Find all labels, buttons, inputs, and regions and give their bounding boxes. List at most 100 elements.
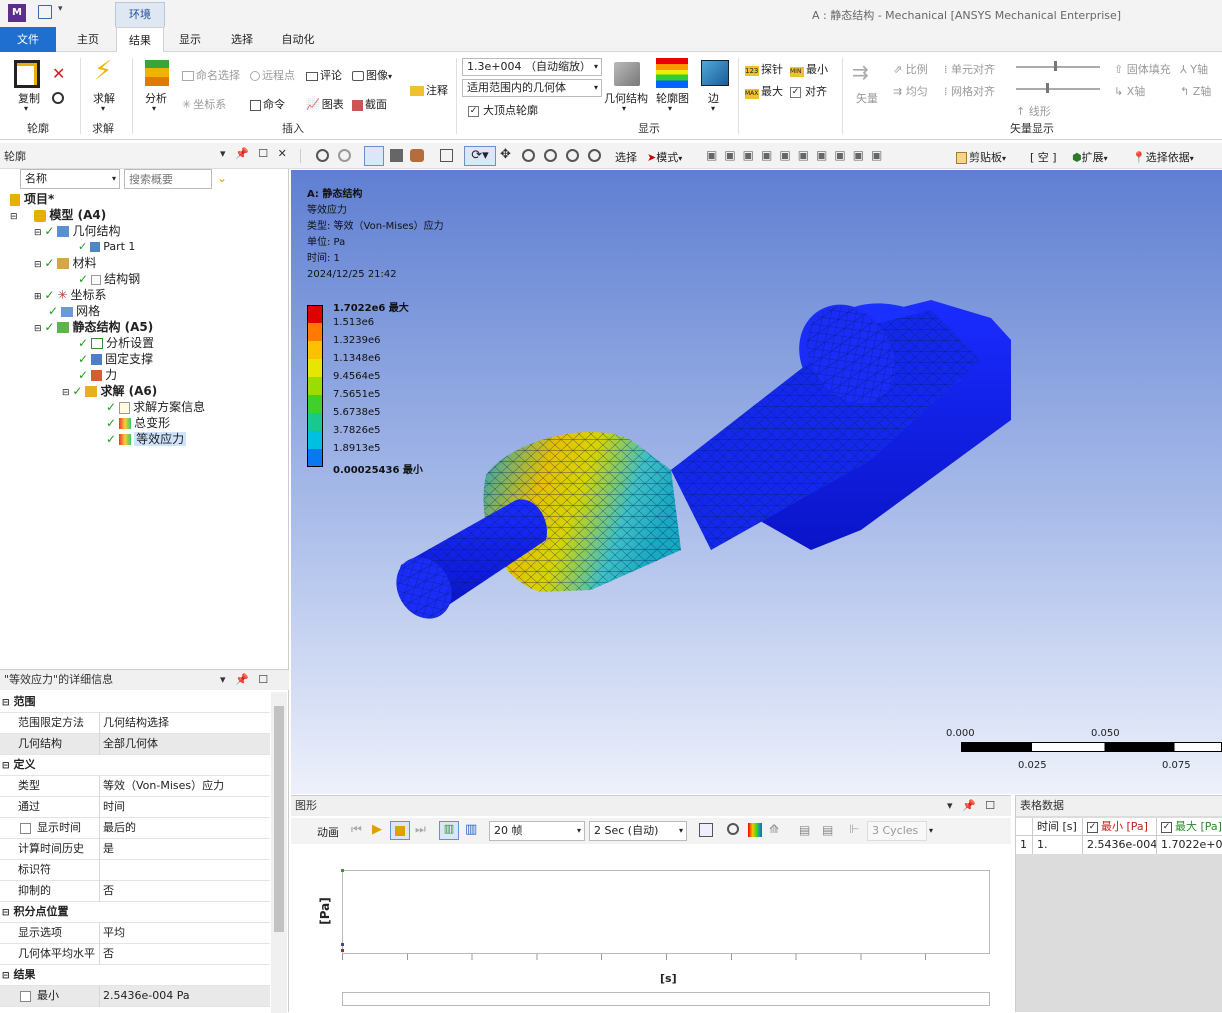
tab-results[interactable]: 结果	[116, 27, 164, 53]
pan-icon[interactable]: ✥	[500, 147, 511, 162]
solve-lightning-icon[interactable]: ⚡	[94, 56, 112, 86]
search-icon[interactable]	[52, 92, 64, 104]
zoom-in-icon[interactable]	[316, 149, 329, 162]
analysis-dropdown-icon[interactable]: ▾	[152, 104, 156, 113]
context-tab-environment[interactable]: 环境	[115, 2, 165, 27]
table-col-max[interactable]: ✓ 最大 [Pa]	[1156, 818, 1222, 836]
comment-button[interactable]: 评论	[306, 67, 342, 83]
tree-fixed-support[interactable]: ✓ 固定支撑	[78, 351, 153, 367]
result-sets-icon[interactable]: ▥	[465, 822, 477, 837]
select-label[interactable]: 选择	[615, 149, 637, 165]
tree-structural-steel[interactable]: ✓ 结构钢	[78, 271, 140, 287]
minimum-checkbox[interactable]	[20, 990, 31, 1002]
analysis-icon[interactable]	[145, 60, 169, 86]
save-icon[interactable]	[38, 5, 52, 19]
stop-icon[interactable]	[390, 821, 410, 840]
table-col-min[interactable]: ✓ 最小 [Pa]	[1082, 818, 1156, 836]
solve-dropdown-icon[interactable]: ▾	[101, 104, 105, 113]
zoom-out-icon[interactable]	[338, 149, 351, 162]
section-integration-point[interactable]: ⊟ 积分点位置	[0, 902, 270, 923]
remote-point-button[interactable]: 远程点	[250, 67, 295, 83]
grid-view-icon[interactable]	[440, 149, 453, 162]
align-checkbox[interactable]: ✓ 对齐	[790, 83, 827, 99]
fit-icon[interactable]: ⟰	[769, 822, 779, 836]
details-scrollbar[interactable]	[271, 692, 287, 1013]
image-button[interactable]: 图像▾	[352, 67, 392, 83]
geometry-dropdown-icon[interactable]: ▾	[622, 104, 626, 113]
zoom-icon[interactable]	[522, 149, 535, 162]
solid-fill-button[interactable]: ⇧ 固体填充	[1114, 61, 1171, 77]
shaft-model[interactable]	[291, 170, 1222, 794]
row-by[interactable]: 通过 时间	[0, 797, 270, 818]
chart-view-icon[interactable]: ▤	[822, 823, 833, 837]
contour-dropdown-icon[interactable]: ▾	[668, 104, 672, 113]
max-button[interactable]: MAX 最大	[745, 83, 783, 99]
clipboard-button[interactable]: 剪贴板▾	[956, 149, 1006, 165]
frames-select[interactable]: 20 帧 ▾	[489, 821, 585, 841]
copy-icon[interactable]	[14, 60, 40, 88]
mesh-aligned-button[interactable]: ⁞ 网格对齐	[944, 83, 995, 99]
proportional-button[interactable]: ⇗ 比例	[893, 61, 928, 77]
display-time-checkbox[interactable]	[20, 822, 31, 834]
tree-geometry[interactable]: ⊟ ✓ 几何结构	[34, 223, 120, 239]
table-col-time[interactable]: 时间 [s]	[1032, 818, 1080, 836]
row-minimum[interactable]: 最小 2.5436e-004 Pa	[0, 986, 270, 1007]
edges-dropdown-icon[interactable]: ▾	[711, 104, 715, 113]
vector-button[interactable]: 矢量	[856, 90, 878, 106]
row-calculate-time-history[interactable]: 计算时间历史是	[0, 839, 270, 860]
annotation-button[interactable]: 注释	[410, 82, 448, 98]
tree-total-deformation[interactable]: ✓ 总变形	[106, 415, 170, 431]
scrollbar-thumb[interactable]	[274, 706, 284, 932]
row-display-time[interactable]: 显示时间 最后的	[0, 818, 270, 839]
app-icon[interactable]: M	[8, 4, 26, 22]
tree-equivalent-stress[interactable]: ✓ 等效应力	[106, 431, 187, 447]
contour-button[interactable]: 轮廓图	[656, 90, 689, 106]
tree-model[interactable]: ⊟ 模型 (A4)	[10, 207, 106, 223]
named-selection-button[interactable]: 命名选择	[182, 67, 240, 83]
row-display-option[interactable]: 显示选项 平均	[0, 923, 270, 944]
iso-view-icon[interactable]	[364, 146, 384, 166]
zoom-box-icon[interactable]	[544, 149, 557, 162]
tree-project[interactable]: 项目*	[10, 191, 54, 207]
tree-static-structural[interactable]: ⊟ ✓ 静态结构 (A5)	[34, 319, 153, 335]
panel-pin-icons[interactable]: ▾ 📌 ☐ ✕	[220, 147, 290, 160]
mode-button[interactable]: ➤模式▾	[647, 149, 682, 165]
tree-solution[interactable]: ⊟ ✓ 求解 (A6)	[62, 383, 157, 399]
copy-dropdown-icon[interactable]: ▾	[24, 104, 28, 113]
vector-density-slider[interactable]	[1016, 83, 1100, 93]
outline-name-filter[interactable]: 名称 ▾	[20, 169, 120, 189]
slider-thumb[interactable]	[1054, 61, 1057, 71]
section-button[interactable]: 截面	[352, 96, 387, 112]
graphics-viewport[interactable]: A: 静态结构 等效应力 类型: 等效（Von-Mises）应力 单位: Pa …	[291, 170, 1222, 794]
slider-thumb[interactable]	[1046, 83, 1049, 93]
max-checkbox-icon[interactable]: ✓	[1161, 821, 1172, 833]
section-definition[interactable]: ⊟ 定义	[0, 755, 270, 776]
scale-select[interactable]: 1.3e+004 （自动缩放） ▾	[462, 58, 602, 76]
row-geometry[interactable]: 几何结构 全部几何体	[0, 734, 270, 755]
graph-plot-area[interactable]	[341, 869, 990, 954]
table-row[interactable]: 1 1. 2.5436e-004 1.7022e+006	[1016, 836, 1222, 854]
tree-force[interactable]: ✓ 力	[78, 367, 117, 383]
min-checkbox-icon[interactable]: ✓	[1087, 821, 1098, 833]
geometry-scope-select[interactable]: 适用范围内的几何体 ▾	[462, 79, 602, 97]
delete-icon[interactable]: ✕	[52, 64, 65, 83]
color-scale-icon[interactable]	[748, 823, 762, 837]
zoom-fit-icon[interactable]	[566, 149, 579, 162]
rotate-select-icon[interactable]: ⟳▾	[464, 146, 496, 166]
previous-frame-icon[interactable]: ⏮	[351, 822, 362, 837]
cycles-select[interactable]: 3 Cycles	[867, 821, 927, 841]
tab-selection[interactable]: 选择	[218, 27, 266, 52]
uniform-button[interactable]: ⇉ 均匀	[893, 83, 928, 99]
tree-part1[interactable]: ✓ Part 1	[78, 239, 135, 255]
tree-solution-information[interactable]: ✓ 求解方案信息	[106, 399, 205, 415]
magnifier-icon[interactable]	[588, 149, 601, 162]
section-results[interactable]: ⊟ 结果	[0, 965, 270, 986]
distributed-frames-icon[interactable]: ▥	[439, 821, 459, 840]
max-vertex-contour-checkbox[interactable]: ✓ 大顶点轮廓	[468, 102, 538, 118]
tab-display[interactable]: 显示	[166, 27, 214, 52]
vector-arrow-icon[interactable]: ⇉	[852, 60, 869, 84]
row-average-across-bodies[interactable]: 几何体平均水平否	[0, 944, 270, 965]
tree-analysis-settings[interactable]: ✓ 分析设置	[78, 335, 154, 351]
cycles-dropdown-icon[interactable]: ▾	[929, 826, 933, 835]
selection-filter-icons[interactable]: ▣▣▣▣▣▣▣▣▣▣	[706, 148, 889, 162]
